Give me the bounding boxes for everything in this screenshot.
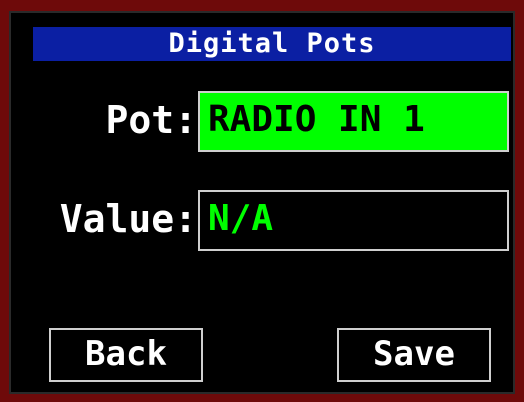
- pot-selector[interactable]: RADIO IN 1: [198, 91, 509, 152]
- screen-title: Digital Pots: [33, 27, 511, 61]
- value-field[interactable]: N/A: [198, 190, 509, 251]
- lcd-screen: Digital Pots Pot: RADIO IN 1 Value: N/A …: [9, 11, 515, 394]
- back-button[interactable]: Back: [49, 328, 203, 382]
- value-label: Value:: [59, 197, 197, 241]
- pot-label: Pot:: [105, 98, 197, 142]
- device-frame: Digital Pots Pot: RADIO IN 1 Value: N/A …: [0, 0, 524, 402]
- save-button[interactable]: Save: [337, 328, 491, 382]
